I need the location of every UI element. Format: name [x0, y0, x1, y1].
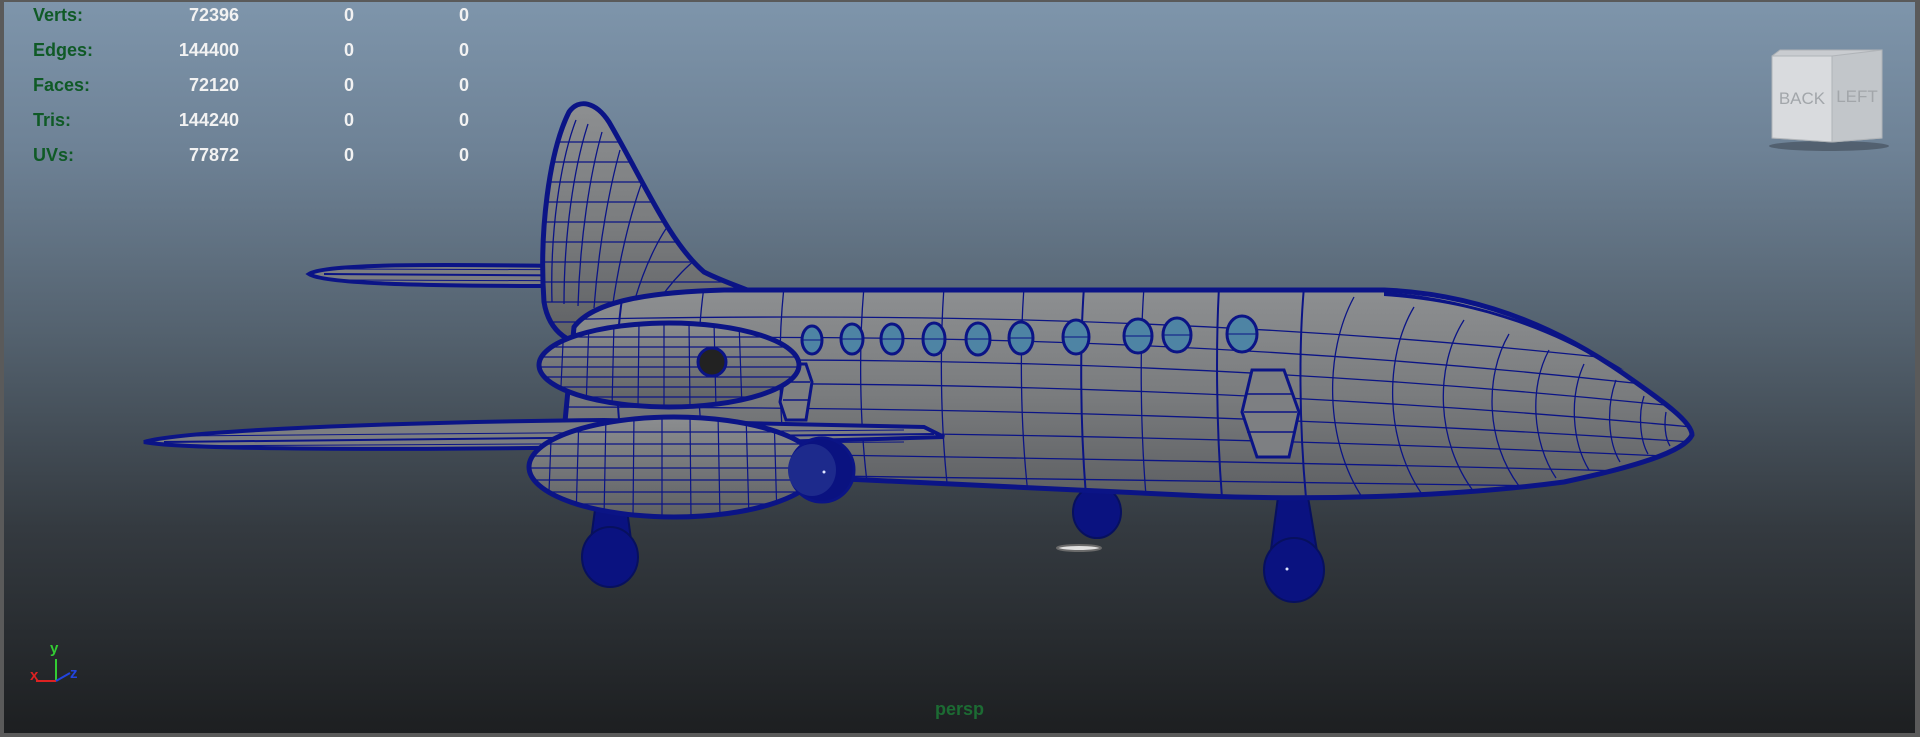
hud-selected: 0 [343, 110, 354, 130]
hud-selected: 0 [343, 75, 354, 95]
hud-total: 77872 [188, 145, 239, 165]
axis-z-label: z [70, 665, 78, 682]
hud-total: 144240 [178, 110, 239, 130]
hud-total: 72396 [188, 5, 239, 25]
hud-row-faces: Faces: 72120 0 0 [4, 74, 524, 96]
hud-total: 72120 [188, 75, 239, 95]
hud-label: Verts: [33, 5, 84, 25]
hud-row-verts: Verts: 72396 0 0 [4, 4, 524, 26]
hud-row-uvs: UVs: 77872 0 0 [4, 144, 524, 166]
hud-label: Tris: [33, 110, 72, 130]
axis-x-label: x [30, 667, 39, 684]
hud-component: 0 [458, 110, 469, 130]
axis-y-label: y [50, 640, 59, 657]
axis-indicator: y x z [24, 637, 94, 697]
hud-label: Faces: [33, 75, 91, 95]
viewcube[interactable]: BACK LEFT [1764, 46, 1894, 156]
camera-name-label: persp [934, 699, 985, 719]
hud-component: 0 [458, 145, 469, 165]
upper-engine [536, 320, 802, 410]
hud-component: 0 [458, 75, 469, 95]
hud-component: 0 [458, 40, 469, 60]
hud-row-edges: Edges: 144400 0 0 [4, 39, 524, 61]
hud-selected: 0 [343, 5, 354, 25]
viewcube-left-label: LEFT [1836, 87, 1878, 106]
hud-row-tris: Tris: 144240 0 0 [4, 109, 524, 131]
persp-viewport[interactable]: Verts: 72396 0 0 Edges: 144400 0 0 Faces… [4, 2, 1915, 733]
poly-count-hud: Verts: 72396 0 0 Edges: 144400 0 0 Faces… [4, 2, 524, 172]
hud-label: UVs: [33, 145, 75, 165]
hud-component: 0 [458, 5, 469, 25]
hud-total: 144400 [178, 40, 239, 60]
hud-selected: 0 [343, 145, 354, 165]
hud-label: Edges: [33, 40, 94, 60]
viewcube-back-label: BACK [1779, 89, 1826, 108]
hud-selected: 0 [343, 40, 354, 60]
viewcube-shadow [1769, 141, 1889, 151]
